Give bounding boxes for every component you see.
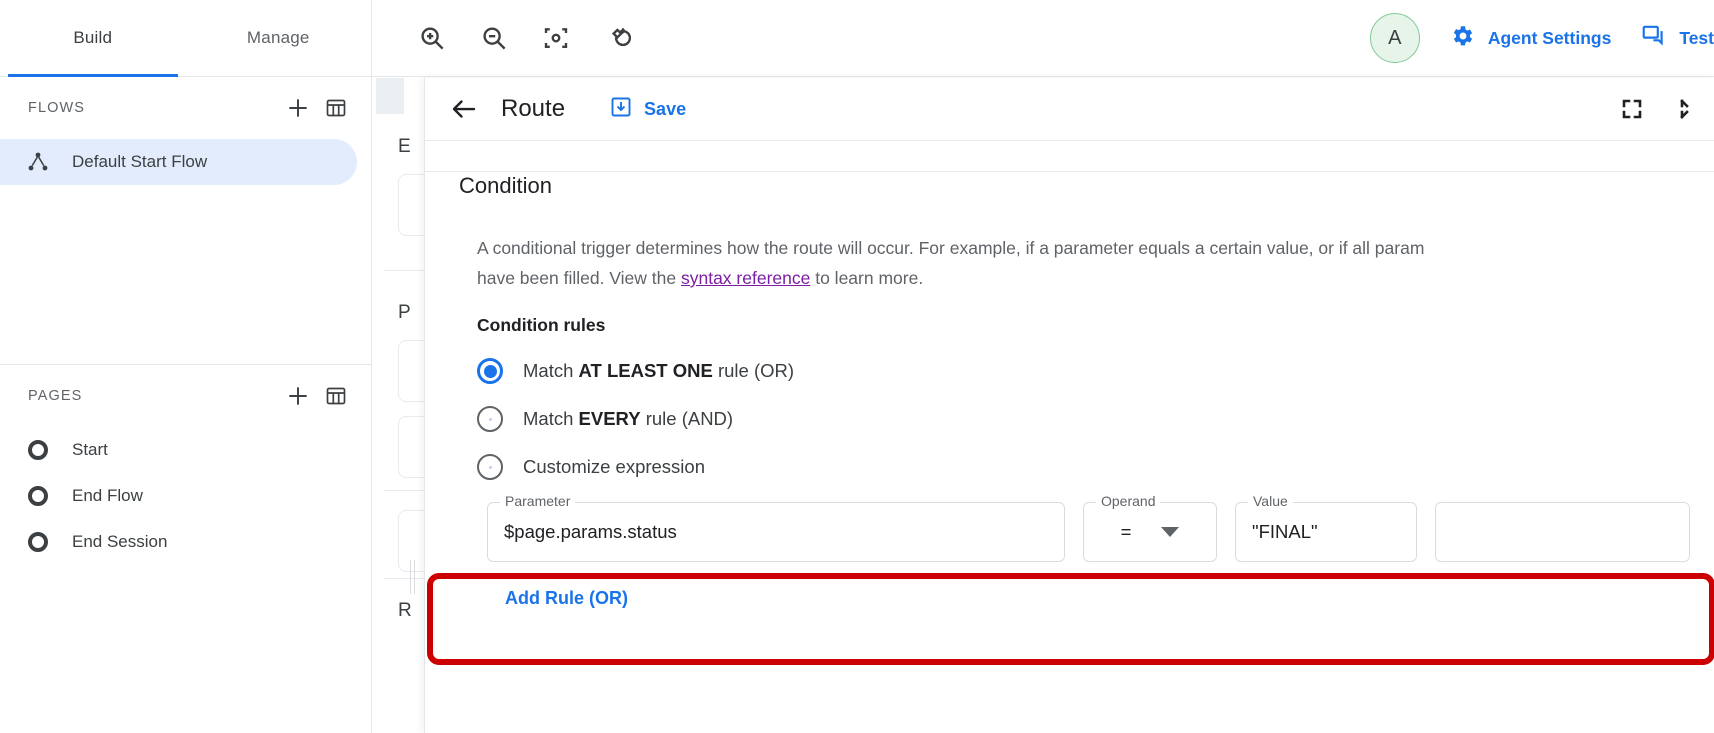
pages-pane: PAGES Start End Flow End Session: [0, 365, 371, 671]
tab-build-label: Build: [73, 28, 113, 47]
sidebar-item-label: End Flow: [72, 486, 143, 505]
save-button[interactable]: Save: [609, 95, 686, 124]
radio-button[interactable]: [477, 358, 503, 384]
radio-text-before: Match: [523, 408, 579, 429]
panel-strip: [376, 78, 404, 114]
sidebar-item-label: End Session: [72, 532, 168, 551]
parameter-label: Parameter: [500, 493, 576, 509]
description-line1: A conditional trigger determines how the…: [477, 238, 1425, 258]
rule-row-spacer-field: [1435, 502, 1690, 562]
table-view-icon[interactable]: [319, 379, 353, 413]
parameter-value: $page.params.status: [504, 521, 677, 542]
operand-value: =: [1120, 521, 1132, 542]
description-line2-start: have been filled. View the: [477, 268, 681, 288]
flows-pane: FLOWS Default Start Flow: [0, 77, 371, 365]
radio-text-before: Customize expression: [523, 456, 705, 477]
chat-test-icon: [1641, 23, 1667, 54]
add-rule-button[interactable]: Add Rule (OR): [505, 588, 628, 609]
sidebar-item-end-session[interactable]: End Session: [0, 519, 357, 565]
plus-icon[interactable]: [281, 91, 315, 125]
collapse-icon[interactable]: [1678, 97, 1702, 121]
pages-title: PAGES: [28, 388, 83, 404]
bg-label-r: R: [398, 600, 412, 621]
description-line2-end: to learn more.: [810, 268, 924, 288]
zoom-out-icon[interactable]: [476, 20, 512, 56]
condition-rules-label: Condition rules: [477, 315, 606, 335]
left-sidebar: Build Manage FLOWS Default Start Flow PA…: [0, 0, 372, 733]
value-value: "FINAL": [1252, 521, 1318, 542]
operand-select[interactable]: Operand =: [1083, 493, 1217, 562]
tab-build[interactable]: Build: [0, 0, 186, 77]
parameter-input[interactable]: Parameter $page.params.status: [487, 493, 1065, 562]
page-circle-icon: [26, 484, 50, 508]
radio-text-bold: EVERY: [578, 408, 641, 429]
radio-label: Match EVERY rule (AND): [523, 408, 733, 430]
agent-settings-label: Agent Settings: [1487, 27, 1612, 48]
save-label: Save: [644, 98, 687, 119]
pages-section-header: PAGES: [0, 365, 371, 427]
route-header-actions: [1620, 97, 1714, 121]
fit-to-screen-icon[interactable]: [538, 20, 574, 56]
operand-label: Operand: [1096, 493, 1161, 509]
chevron-down-icon: [1161, 527, 1180, 537]
radio-customize-expression[interactable]: Customize expression: [477, 454, 1714, 480]
application-root: Build Manage FLOWS Default Start Flow PA…: [0, 0, 1714, 733]
radio-match-at-least-one[interactable]: Match AT LEAST ONE rule (OR): [477, 358, 1714, 384]
condition-description: A conditional trigger determines how the…: [477, 233, 1714, 293]
top-toolbar: A Agent Settings Test: [372, 0, 1714, 77]
test-label: Test: [1679, 27, 1714, 48]
tab-manage-label: Manage: [246, 28, 310, 47]
radio-button[interactable]: [477, 406, 503, 432]
back-arrow-icon[interactable]: [449, 94, 479, 124]
bg-label-e: E: [398, 136, 411, 157]
reset-view-icon[interactable]: [600, 20, 636, 56]
condition-heading: Condition: [459, 173, 552, 198]
page-circle-icon: [26, 438, 50, 462]
route-body: Condition A conditional trigger determin…: [425, 141, 1714, 665]
tab-manage[interactable]: Manage: [186, 0, 372, 76]
sidebar-item-start[interactable]: Start: [0, 427, 357, 473]
plus-icon[interactable]: [281, 379, 315, 413]
page-title: Route: [501, 95, 566, 122]
sidebar-item-label: Default Start Flow: [72, 152, 208, 171]
syntax-reference-link[interactable]: syntax reference: [681, 268, 810, 288]
save-download-icon: [609, 95, 633, 124]
radio-label: Customize expression: [523, 456, 705, 478]
value-label: Value: [1248, 493, 1293, 509]
flows-title: FLOWS: [28, 100, 86, 116]
avatar-initial: A: [1388, 26, 1402, 49]
sidebar-tabbar: Build Manage: [0, 0, 371, 77]
value-input[interactable]: Value "FINAL": [1235, 493, 1417, 562]
test-button[interactable]: Test: [1641, 23, 1714, 54]
page-circle-icon: [26, 530, 50, 554]
table-view-icon[interactable]: [319, 91, 353, 125]
radio-text-bold: AT LEAST ONE: [578, 360, 713, 381]
highlight-annotation: [427, 573, 1714, 665]
flows-section-header: FLOWS: [0, 77, 371, 139]
radio-text-before: Match: [523, 360, 579, 381]
agent-settings-button[interactable]: Agent Settings: [1450, 23, 1611, 54]
avatar[interactable]: A: [1369, 13, 1420, 63]
radio-text-after: rule (OR): [712, 360, 795, 381]
radio-match-every[interactable]: Match EVERY rule (AND): [477, 406, 1714, 432]
sidebar-item-default-start-flow[interactable]: Default Start Flow: [0, 139, 357, 185]
toolbar-right-actions: A Agent Settings Test: [1369, 13, 1714, 63]
bg-label-p: P: [398, 302, 411, 323]
condition-rule-row: Parameter $page.params.status Operand = …: [487, 493, 1714, 562]
route-dialog: Route Save Condition A conditional trigg…: [424, 78, 1714, 733]
gear-icon: [1450, 23, 1476, 54]
radio-text-after: rule (AND): [640, 408, 734, 429]
sidebar-item-end-flow[interactable]: End Flow: [0, 473, 357, 519]
radio-label: Match AT LEAST ONE rule (OR): [523, 360, 794, 382]
sidebar-item-label: Start: [72, 440, 108, 459]
flow-icon: [26, 150, 50, 174]
radio-button[interactable]: [477, 454, 503, 480]
canvas-tools: [372, 20, 636, 56]
route-header: Route Save: [425, 78, 1714, 141]
zoom-in-icon[interactable]: [414, 20, 450, 56]
panel-resize-handle[interactable]: [410, 560, 415, 594]
expand-fullscreen-icon[interactable]: [1620, 97, 1644, 121]
